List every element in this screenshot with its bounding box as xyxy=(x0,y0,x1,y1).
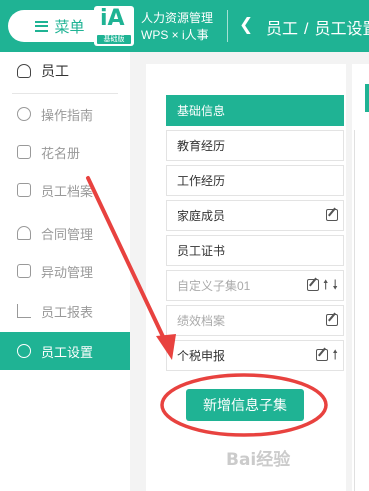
logo-tag: 基础版 xyxy=(97,35,131,44)
info-set-row-label: 个税申报 xyxy=(177,349,226,363)
hamburger-icon xyxy=(35,20,49,32)
sidebar-item-roster[interactable]: 花名册 xyxy=(0,133,130,171)
logo-text: iA xyxy=(100,6,125,31)
info-set-row[interactable]: 员工证书 xyxy=(166,235,344,266)
roster-icon xyxy=(17,145,31,159)
sidebar-item-label: 合同管理 xyxy=(41,226,94,242)
sidebar-item-label: 员工报表 xyxy=(41,304,94,320)
sidebar-item-employee[interactable]: 员工 xyxy=(0,52,130,90)
edit-icon[interactable] xyxy=(326,209,338,221)
help-circle-icon xyxy=(17,107,31,121)
chevron-left-icon[interactable]: ❮ xyxy=(239,15,253,35)
app-logo: iA 基础版 xyxy=(94,6,134,46)
top-bar: 菜单 iA 基础版 人力资源管理 WPS × i人事 ❮ 员工 / 员工设置 xyxy=(0,0,369,52)
breadcrumb-item: 员工设置 xyxy=(314,21,369,38)
breadcrumb: 员工 / 员工设置 xyxy=(266,15,369,39)
sidebar-item-label: 员工设置 xyxy=(41,344,94,360)
menu-label: 菜单 xyxy=(54,18,85,36)
arrow-up-icon[interactable]: 🠕 xyxy=(323,278,329,291)
sidebar-item-settings[interactable]: 员工设置 xyxy=(0,332,130,370)
watermark: Bai经验 xyxy=(226,450,291,470)
row-actions: 🠕 🠗 xyxy=(306,278,338,291)
info-set-row[interactable]: 工作经历 xyxy=(166,165,344,196)
row-actions xyxy=(326,314,338,326)
breadcrumb-separator: / xyxy=(304,21,309,38)
sidebar-item-label: 员工 xyxy=(41,63,69,79)
breadcrumb-item[interactable]: 员工 xyxy=(266,21,298,38)
file-icon xyxy=(17,183,31,197)
sidebar-item-report[interactable]: 员工报表 xyxy=(0,292,130,330)
info-set-row-label: 员工证书 xyxy=(177,244,226,258)
edit-icon[interactable] xyxy=(306,279,319,291)
transfer-icon xyxy=(17,264,31,278)
sidebar: 员工 操作指南 花名册 员工档案 合同管理 异动管理 员工报表 员工设置 xyxy=(0,52,130,491)
sidebar-item-archive[interactable]: 员工档案 xyxy=(0,171,130,209)
info-set-title[interactable]: 基础信息 xyxy=(166,95,344,126)
arrow-down-icon[interactable]: 🠗 xyxy=(332,278,338,291)
info-set-row-label: 工作经历 xyxy=(177,174,226,188)
bar-chart-icon xyxy=(17,304,31,318)
info-set-row[interactable]: 绩效档案 xyxy=(166,305,344,336)
info-set-row[interactable]: 家庭成员 xyxy=(166,200,344,231)
header-divider xyxy=(227,10,228,42)
info-set-row[interactable]: 个税申报 🠕 xyxy=(166,340,344,371)
gear-icon xyxy=(17,344,31,358)
add-info-set-button[interactable]: 新增信息子集 xyxy=(186,389,304,421)
sidebar-item-label: 花名册 xyxy=(41,145,81,161)
sidebar-divider xyxy=(12,93,118,94)
right-panel-accent xyxy=(365,84,369,112)
app-name-line1: 人力资源管理 xyxy=(141,11,214,25)
app-name-line2: WPS × i人事 xyxy=(141,28,209,42)
sidebar-item-label: 操作指南 xyxy=(41,107,94,123)
sidebar-item-label: 异动管理 xyxy=(41,264,94,280)
sidebar-item-transfer[interactable]: 异动管理 xyxy=(0,252,130,290)
arrow-up-icon[interactable]: 🠕 xyxy=(332,348,338,361)
info-set-row[interactable]: 自定义子集01 🠕 🠗 xyxy=(166,270,344,301)
info-set-title-label: 基础信息 xyxy=(177,104,226,118)
app-name: 人力资源管理 WPS × i人事 xyxy=(141,10,213,44)
edit-icon[interactable] xyxy=(316,349,329,361)
row-actions xyxy=(326,209,338,221)
sidebar-item-guide[interactable]: 操作指南 xyxy=(0,95,130,133)
person-icon xyxy=(17,64,31,78)
info-set-row-label: 自定义子集01 xyxy=(177,279,251,293)
info-set-row-label: 绩效档案 xyxy=(177,314,226,328)
info-set-row[interactable]: 教育经历 xyxy=(166,130,344,161)
info-set-row-label: 教育经历 xyxy=(177,139,226,153)
info-set-row-label: 家庭成员 xyxy=(177,209,226,223)
right-panel-divider xyxy=(354,130,355,491)
edit-icon[interactable] xyxy=(326,314,338,326)
stamp-icon xyxy=(17,226,31,240)
sidebar-item-contract[interactable]: 合同管理 xyxy=(0,214,130,252)
row-actions: 🠕 xyxy=(316,348,338,361)
sidebar-item-label: 员工档案 xyxy=(41,183,94,199)
